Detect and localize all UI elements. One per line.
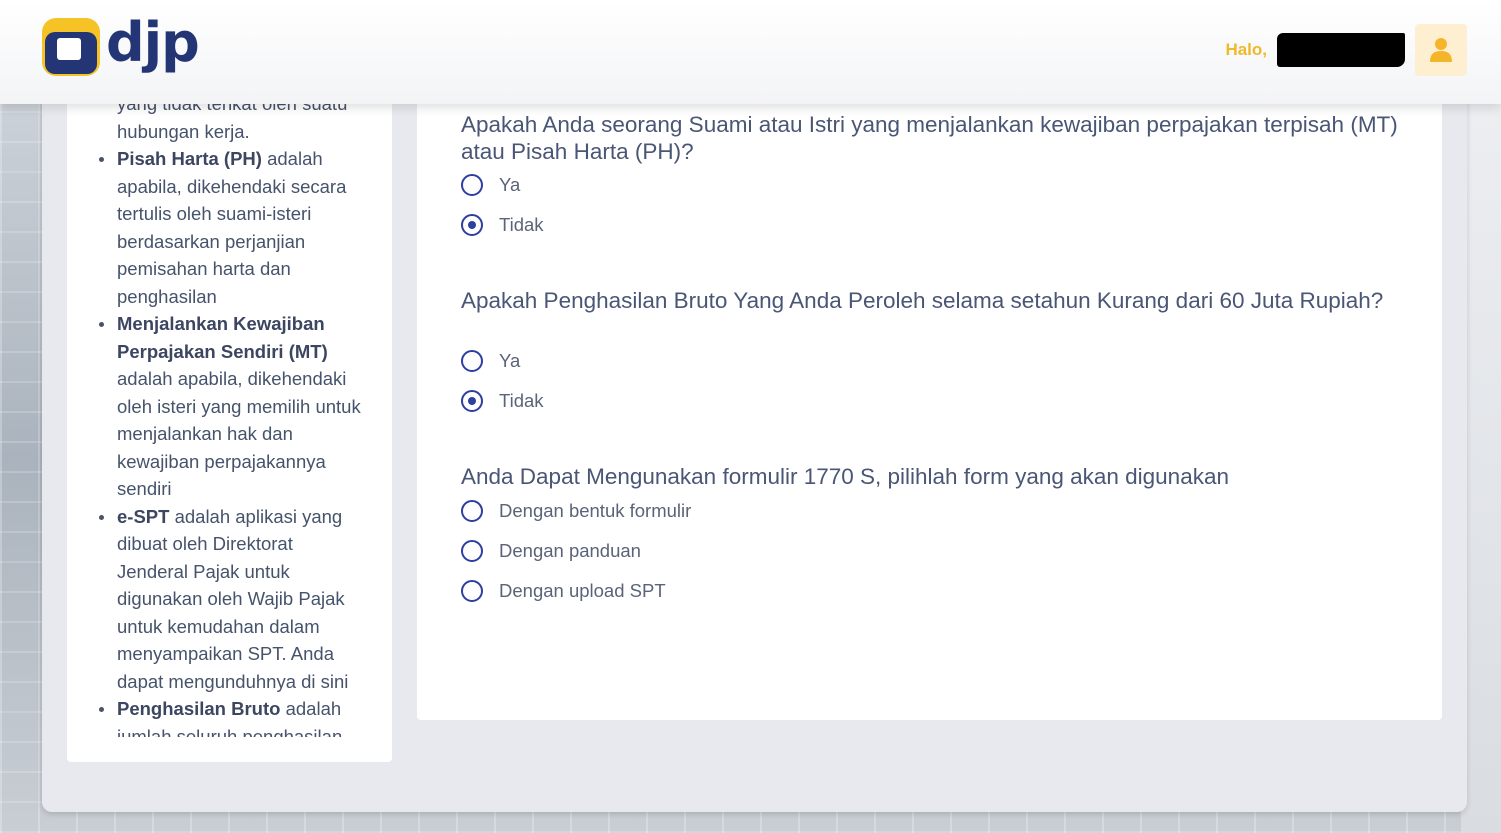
radio-button[interactable]	[461, 540, 483, 562]
q1-option-ya[interactable]: Ya	[461, 174, 520, 196]
glossary-item-pisah-harta: Pisah Harta (PH) adalah apabila, dikehen…	[99, 145, 364, 310]
q3-option-bentuk-formulir[interactable]: Dengan bentuk formulir	[461, 500, 691, 522]
djp-logo[interactable]: djp	[42, 11, 200, 78]
radio-button[interactable]	[461, 174, 483, 196]
top-header: djp Halo,	[0, 0, 1501, 104]
greeting-label: Halo,	[1225, 40, 1267, 59]
questionnaire-panel: Apakah Anda seorang Suami atau Istri yan…	[417, 60, 1442, 720]
glossary-item: yang tidak terikat oleh suatu hubungan k…	[117, 104, 347, 142]
user-greeting: Halo,	[1225, 33, 1405, 67]
glossary-item-mt: Menjalankan Kewajiban Perpajakan Sendiri…	[99, 310, 364, 503]
radio-button[interactable]	[461, 580, 483, 602]
question-penghasilan-bruto: Apakah Penghasilan Bruto Yang Anda Perol…	[461, 288, 1384, 313]
glossary-list: yang tidak terikat oleh suatu hubungan k…	[67, 104, 364, 737]
glossary-term: Pisah Harta (PH)	[117, 148, 262, 169]
q3-option-panduan[interactable]: Dengan panduan	[461, 540, 641, 562]
logo-text: djp	[106, 11, 200, 74]
question-mt-ph: Apakah Anda seorang Suami atau Istri yan…	[461, 112, 1398, 164]
question-form-choice: Anda Dapat Mengunakan formulir 1770 S, p…	[461, 464, 1229, 489]
glossary-term: Penghasilan Bruto	[117, 698, 281, 719]
radio-button[interactable]	[461, 500, 483, 522]
radio-button[interactable]	[461, 350, 483, 372]
glossary-sidebar[interactable]: yang tidak terikat oleh suatu hubungan k…	[67, 60, 392, 762]
user-avatar-button[interactable]	[1415, 24, 1467, 76]
background-edge	[1461, 100, 1501, 833]
q2-option-tidak[interactable]: Tidak	[461, 390, 544, 412]
djp-logo-icon	[42, 18, 100, 76]
glossary-item-penghasilan-bruto: Penghasilan Bruto adalah jumlah seluruh …	[99, 695, 364, 737]
redacted-username	[1277, 33, 1405, 67]
radio-button-checked[interactable]	[461, 390, 483, 412]
q3-option-upload-spt[interactable]: Dengan upload SPT	[461, 580, 666, 602]
glossary-term: Menjalankan Kewajiban Perpajakan Sendiri…	[117, 313, 328, 362]
glossary-term: e-SPT	[117, 505, 170, 527]
q1-option-tidak[interactable]: Tidak	[461, 214, 544, 236]
radio-button-checked[interactable]	[461, 214, 483, 236]
glossary-item-espt: e-SPT adalah aplikasi yang dibuat oleh D…	[99, 503, 364, 696]
q2-option-ya[interactable]: Ya	[461, 350, 520, 372]
user-icon	[1430, 38, 1452, 62]
glossary-scroll-area[interactable]: yang tidak terikat oleh suatu hubungan k…	[67, 104, 392, 737]
